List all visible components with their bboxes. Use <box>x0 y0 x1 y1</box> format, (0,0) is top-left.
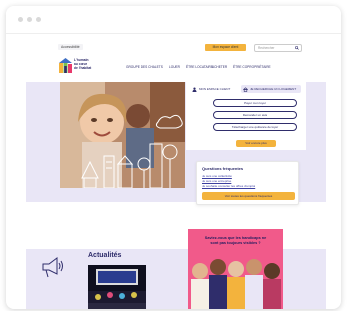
brand-logo-icon[interactable] <box>59 58 72 73</box>
top-utility-bar: Accessibilité Mon espace client Recherch… <box>58 44 302 52</box>
poster-people-illustration <box>191 259 281 309</box>
user-icon <box>192 87 197 92</box>
faq-card: Questions fréquentes Je suis une collect… <box>196 161 299 205</box>
accessibility-link[interactable]: Accessibilité <box>58 44 83 50</box>
demander-avis-button[interactable]: Demander un avis <box>213 111 297 119</box>
faq-link-entreprise[interactable]: Je suis une entreprise <box>202 179 231 183</box>
nav-item-groupe[interactable]: GROUPE DES CHALETS <box>126 65 163 69</box>
tab-mon-espace-client[interactable]: MON ESPACE CLIENT <box>190 85 239 93</box>
search-icon[interactable] <box>295 46 299 50</box>
search-input[interactable]: Rechercher <box>254 44 302 52</box>
tab-recherche-logement[interactable]: JE RECHERCHE UN LOGEMENT <box>241 85 301 93</box>
megaphone-icon <box>42 257 63 278</box>
payer-loyer-button[interactable]: Payer mon loyer <box>213 99 297 107</box>
brand-line-3: de l'habitat <box>74 65 92 70</box>
faq-all-button[interactable]: Voir toutes les questions fréquentes <box>202 192 295 200</box>
website-page: Accessibilité Mon espace client Recherch… <box>26 40 326 309</box>
window-dot-minimize[interactable] <box>27 17 32 22</box>
faq-link-emploi[interactable]: Je souhaite consulter les offres d'emplo… <box>202 184 255 188</box>
window-dot-close[interactable] <box>18 17 23 22</box>
faq-title: Questions fréquentes <box>202 166 244 171</box>
news-photo[interactable] <box>88 265 146 309</box>
window-dot-maximize[interactable] <box>36 17 41 22</box>
search-placeholder: Rechercher <box>258 46 275 50</box>
faq-link-collectivite[interactable]: Je suis une collectivité <box>202 174 232 178</box>
nav-item-etre-locataire[interactable]: ÊTRE LOCATAIRE <box>186 65 213 69</box>
nav-item-acheter[interactable]: ACHETER <box>212 65 227 69</box>
mon-espace-button[interactable]: Mon espace client <box>205 44 246 51</box>
home-search-icon <box>243 86 248 92</box>
browser-titlebar <box>6 6 341 34</box>
nav-item-etre-coproprietaire[interactable]: ÊTRE COPROPRIÉTAIRE <box>233 65 271 69</box>
tab-recherche-logement-label: JE RECHERCHE UN LOGEMENT <box>250 87 297 91</box>
browser-window: Accessibilité Mon espace client Recherch… <box>6 6 341 309</box>
news-title: Actualités <box>88 252 122 259</box>
nav-item-louer[interactable]: LOUER <box>169 65 180 69</box>
brand-tagline: L'humain au cœur de l'habitat <box>74 58 92 70</box>
hero-photo <box>60 82 185 188</box>
awareness-poster[interactable]: Saviez-vous que les handicaps ne sont pa… <box>188 229 283 309</box>
hero-photo-illustration <box>60 82 185 188</box>
quick-actions-panel: MON ESPACE CLIENT JE RECHERCHE UN LOGEME… <box>186 82 306 150</box>
telecharger-quittance-button[interactable]: Télécharger une quittance de loyer <box>213 123 297 131</box>
tab-mon-espace-client-label: MON ESPACE CLIENT <box>199 87 231 91</box>
voir-plus-button[interactable]: Voir encore plus <box>236 140 276 147</box>
news-photo-illustration <box>88 265 146 309</box>
